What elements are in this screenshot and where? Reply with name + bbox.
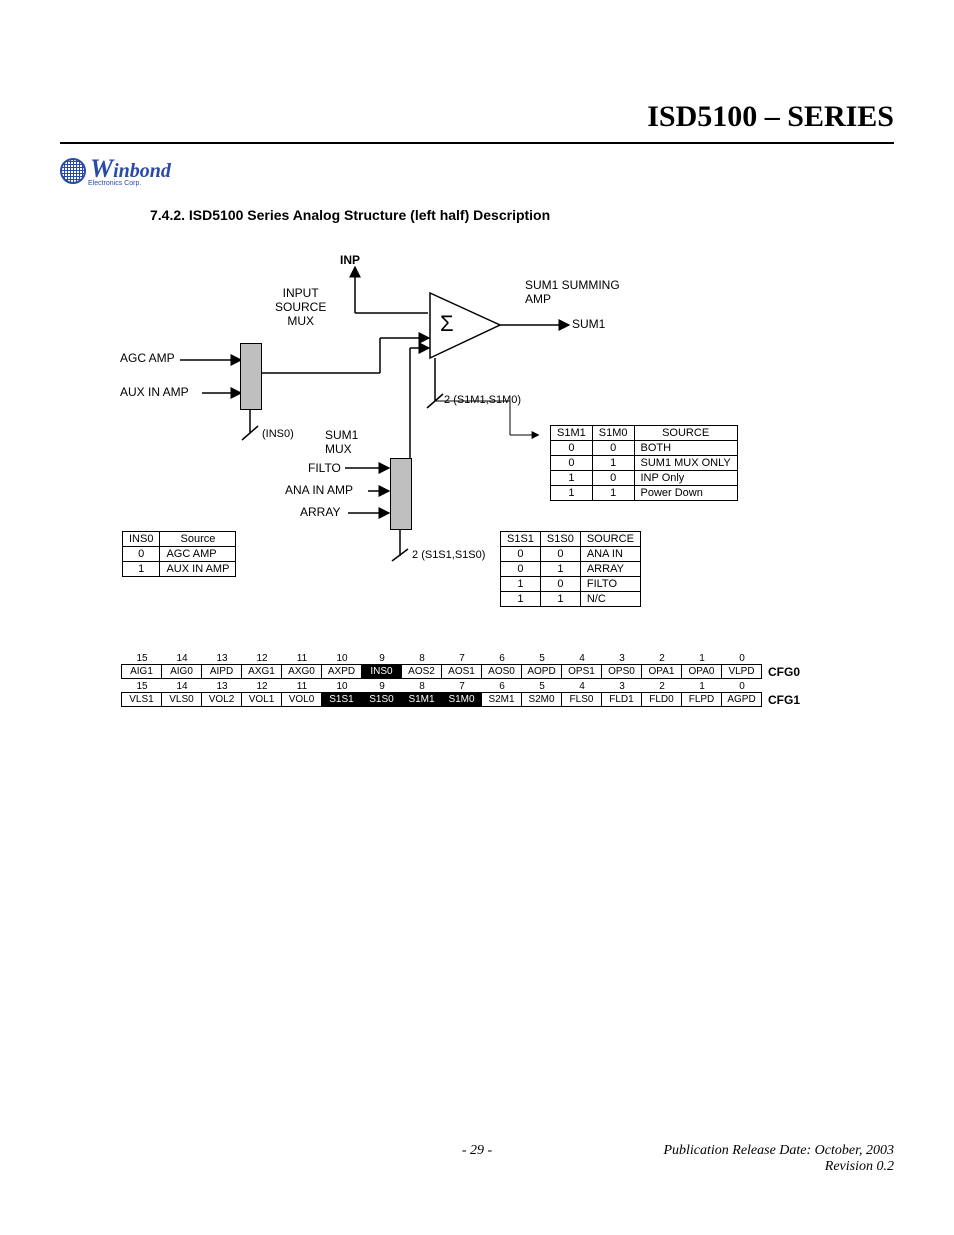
- aux-in-amp-label: AUX IN AMP: [120, 385, 189, 399]
- block-diagram: INP INPUT SOURCE MUX AGC AMP AUX IN AMP …: [130, 253, 830, 733]
- register-bit: VLPD: [721, 664, 762, 679]
- inp-label: INP: [340, 253, 360, 267]
- register-label: CFG0: [762, 664, 812, 679]
- register-bit: AOS1: [441, 664, 482, 679]
- sum1-summing-label: SUM1 SUMMINGAMP: [525, 278, 620, 306]
- register-bit: OPS0: [601, 664, 642, 679]
- register-bit: S2M0: [521, 692, 562, 707]
- register-bit: AXPD: [321, 664, 362, 679]
- cfg0-register: AIG1AIG0AIPDAXG1AXG0AXPDINS0AOS2AOS1AOS0…: [122, 664, 822, 679]
- cfg1-register: VLS1VLS0VOL2VOL1VOL0S1S1S1S0S1M1S1M0S2M1…: [122, 692, 822, 707]
- register-bit: VOL2: [201, 692, 242, 707]
- register-bit: S1S0: [361, 692, 402, 707]
- register-bit: VLS0: [161, 692, 202, 707]
- doc-title: ISD5100 – SERIES: [60, 100, 894, 134]
- register-bit: AIG1: [121, 664, 162, 679]
- register-bit: AXG0: [281, 664, 322, 679]
- register-bit: AGPD: [721, 692, 762, 707]
- sum1-mux-label: SUM1MUX: [325, 428, 358, 456]
- filto-label: FILTO: [308, 461, 341, 475]
- register-bit: OPS1: [561, 664, 602, 679]
- register-bit: VOL0: [281, 692, 322, 707]
- register-bit: OPA1: [641, 664, 682, 679]
- register-bit: FLD0: [641, 692, 682, 707]
- register-bit: AIPD: [201, 664, 242, 679]
- ins0-ctrl-label: (INS0): [262, 428, 294, 440]
- register-bit: FLD1: [601, 692, 642, 707]
- input-source-mux-box: [240, 343, 262, 410]
- register-bit: INS0: [361, 664, 402, 679]
- s1m-truth-table: S1M1S1M0SOURCE 00BOTH 01SUM1 MUX ONLY 10…: [550, 425, 738, 501]
- brand-logo: Winbond Electronics Corp.: [60, 154, 894, 187]
- register-bit: AOS2: [401, 664, 442, 679]
- register-bit: AOS0: [481, 664, 522, 679]
- register-bit: VLS1: [121, 692, 162, 707]
- ins0-truth-table: INS0Source 0AGC AMP 1AUX IN AMP: [122, 531, 236, 577]
- register-bit: AOPD: [521, 664, 562, 679]
- section-heading: 7.4.2. ISD5100 Series Analog Structure (…: [150, 207, 894, 223]
- cfg1-bitnums: 1514131211109876543210: [122, 681, 822, 692]
- register-bit: S2M1: [481, 692, 522, 707]
- sum1-mux-box: [390, 458, 412, 530]
- register-bit: S1M1: [401, 692, 442, 707]
- sum1-out-label: SUM1: [572, 317, 605, 331]
- cfg0-bitnums: 1514131211109876543210: [122, 653, 822, 664]
- register-bit: FLS0: [561, 692, 602, 707]
- page-footer: - 29 - Publication Release Date: October…: [60, 1143, 894, 1175]
- register-bit: VOL1: [241, 692, 282, 707]
- s1s-control-label: 2 (S1S1,S1S0): [412, 549, 485, 561]
- register-bit: FLPD: [681, 692, 722, 707]
- register-bit: S1S1: [321, 692, 362, 707]
- array-label: ARRAY: [300, 505, 340, 519]
- register-bit: S1M0: [441, 692, 482, 707]
- agc-amp-label: AGC AMP: [120, 351, 175, 365]
- globe-icon: [60, 158, 86, 184]
- s1m-control-label: 2 (S1M1,S1M0): [444, 394, 521, 406]
- register-bit: AXG1: [241, 664, 282, 679]
- register-label: CFG1: [762, 692, 812, 707]
- input-mux-label: INPUT SOURCE MUX: [275, 286, 326, 328]
- s1s-truth-table: S1S1S1S0SOURCE 00ANA IN 01ARRAY 10FILTO …: [500, 531, 641, 607]
- sigma-icon: Σ: [440, 311, 454, 337]
- ana-in-amp-label: ANA IN AMP: [285, 483, 353, 497]
- register-bit: OPA0: [681, 664, 722, 679]
- title-rule: [60, 142, 894, 144]
- register-bit: AIG0: [161, 664, 202, 679]
